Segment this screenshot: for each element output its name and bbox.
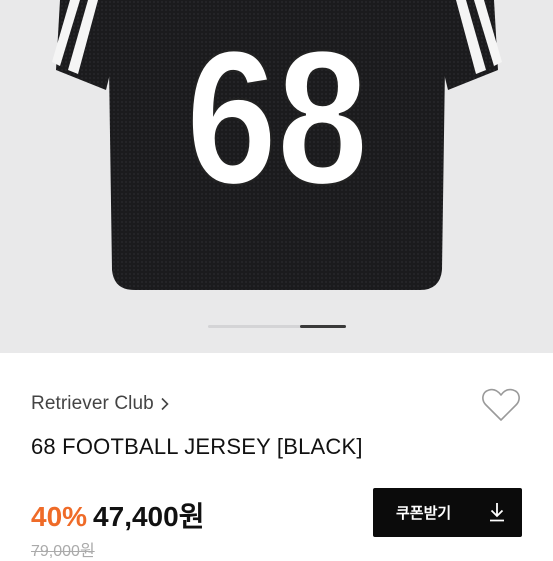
gallery-page-indicator [208, 325, 346, 328]
coupon-button-label: 쿠폰받기 [396, 505, 452, 522]
brand-link[interactable]: Retriever Club [31, 392, 170, 416]
discount-rate: 40% [31, 501, 88, 532]
heart-outline-icon[interactable] [481, 386, 521, 424]
brand-name: Retriever Club [31, 393, 154, 414]
coupon-download-button[interactable]: 쿠폰받기 [373, 488, 522, 537]
download-icon [490, 503, 504, 522]
chevron-right-icon [161, 397, 169, 411]
sale-price: 47,400원 [93, 501, 205, 532]
jersey-image: 68 [52, 0, 502, 290]
jersey-number: 68 [186, 12, 368, 224]
product-image-gallery[interactable]: 68 [0, 0, 553, 353]
gallery-page-indicator-active [300, 325, 346, 328]
product-title: 68 FOOTBALL JERSEY [BLACK] [31, 434, 363, 459]
original-price: 79,000원 [31, 543, 95, 560]
price-row: 40% 47,400원 [31, 495, 204, 535]
